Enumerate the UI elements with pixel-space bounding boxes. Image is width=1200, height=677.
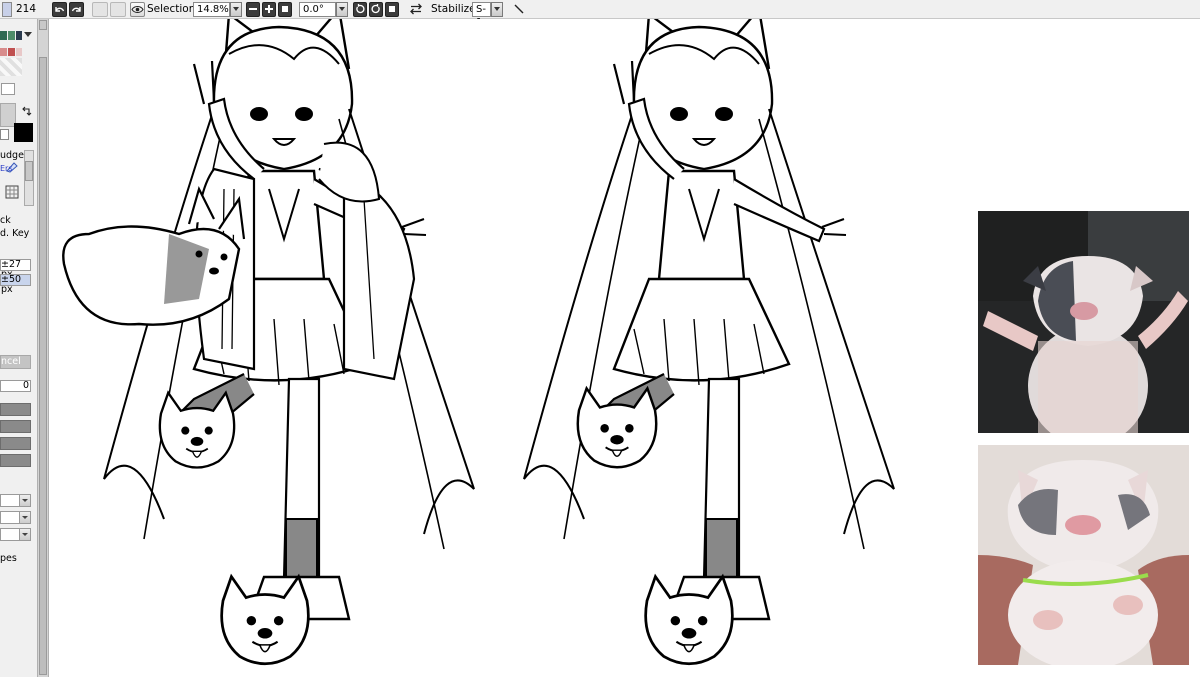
undo-button[interactable] xyxy=(52,2,67,17)
stabilizer-dropdown[interactable] xyxy=(491,2,503,17)
chevron-down-icon xyxy=(494,7,500,11)
drawing-canvas[interactable] xyxy=(49,19,1200,677)
background-color-swatch[interactable] xyxy=(0,129,9,140)
offset-y-field[interactable]: ±50 px xyxy=(0,274,31,295)
zoom-reset-button[interactable] xyxy=(278,2,292,17)
straight-line-button[interactable] xyxy=(512,2,526,17)
panel-button[interactable] xyxy=(0,454,31,467)
square-icon xyxy=(389,6,395,12)
palette-swatch[interactable] xyxy=(0,48,7,56)
line-icon xyxy=(514,4,524,14)
chevron-down-icon xyxy=(19,495,30,506)
palette-swatch[interactable] xyxy=(8,31,15,40)
scroll-up-button[interactable] xyxy=(39,20,47,30)
rotation-reset-button[interactable] xyxy=(385,2,399,17)
zoom-field[interactable]: 14.8% xyxy=(193,2,230,17)
mode-dropdown[interactable] xyxy=(0,511,31,524)
panel-button[interactable] xyxy=(0,420,31,433)
rotate-left-button[interactable] xyxy=(353,2,367,17)
blend-dropdown[interactable] xyxy=(0,494,31,507)
redo-icon xyxy=(71,7,81,12)
square-icon xyxy=(282,6,288,12)
redo-button[interactable] xyxy=(69,2,84,17)
rotate-left-icon xyxy=(356,4,365,14)
tool-panel-scrollbar[interactable] xyxy=(37,19,49,677)
toolbar-color-swatch[interactable] xyxy=(2,2,12,17)
option-label: pes xyxy=(0,553,17,564)
rotation-field[interactable]: 0.0° xyxy=(299,2,336,17)
tool-label[interactable]: udge xyxy=(0,150,24,161)
chevron-down-icon xyxy=(19,529,30,540)
chevron-down-icon xyxy=(19,512,30,523)
rotate-right-icon xyxy=(371,4,380,14)
reference-photo-puppy-1 xyxy=(978,211,1189,433)
chevron-down-icon[interactable] xyxy=(24,32,32,37)
cancel-button[interactable]: ncel xyxy=(0,355,31,369)
zoom-dropdown[interactable] xyxy=(230,2,242,17)
swap-colors-icon[interactable] xyxy=(21,105,33,120)
palette-swatch[interactable] xyxy=(0,31,7,40)
top-toolbar: 214 Selection 14.8% 0.0° Stabilizer S- xyxy=(0,0,1200,28)
palette-swatch[interactable] xyxy=(16,48,22,56)
selection-visibility-button[interactable] xyxy=(130,2,145,17)
tool-panel: udge Ers ck d. Key ±27 px ±50 px ncel 0 … xyxy=(0,19,37,677)
reference-photo-puppy-2 xyxy=(978,445,1189,665)
zoom-in-button[interactable] xyxy=(262,2,276,17)
plus-icon xyxy=(265,5,273,13)
rotate-right-button[interactable] xyxy=(369,2,383,17)
rotation-dropdown[interactable] xyxy=(336,2,348,17)
palette-swatch[interactable] xyxy=(8,48,15,56)
pattern-tool-icon[interactable] xyxy=(5,185,19,202)
shape-dropdown[interactable] xyxy=(0,528,31,541)
brush-count-label: 214 xyxy=(16,3,37,15)
tool-list-scrollbar[interactable] xyxy=(24,150,34,206)
chevron-down-icon xyxy=(233,7,239,11)
panel-button[interactable] xyxy=(0,437,31,450)
minus-icon xyxy=(249,8,257,10)
scrollbar-thumb[interactable] xyxy=(39,57,47,675)
deselect-button[interactable] xyxy=(92,2,108,17)
numeric-field[interactable]: 0 xyxy=(0,380,31,392)
undo-icon xyxy=(55,7,65,12)
option-label: ck xyxy=(0,215,11,226)
tool-label[interactable]: Ers xyxy=(0,163,13,174)
primary-color[interactable] xyxy=(14,123,33,142)
gradient-swatch[interactable] xyxy=(1,83,15,95)
option-label: d. Key xyxy=(0,228,30,239)
palette-swatch[interactable] xyxy=(16,31,22,40)
stabilizer-field[interactable]: S-1 xyxy=(472,2,491,28)
selection-label: Selection xyxy=(147,3,196,15)
zoom-out-button[interactable] xyxy=(246,2,260,17)
flip-button[interactable] xyxy=(409,2,423,17)
offset-x-field[interactable]: ±27 px xyxy=(0,259,31,280)
panel-button[interactable] xyxy=(0,403,31,416)
invert-selection-button[interactable] xyxy=(110,2,126,17)
chevron-down-icon xyxy=(339,7,345,11)
eye-icon xyxy=(131,6,144,13)
transparent-swatch[interactable] xyxy=(0,58,22,76)
flip-horizontal-icon xyxy=(410,3,422,15)
